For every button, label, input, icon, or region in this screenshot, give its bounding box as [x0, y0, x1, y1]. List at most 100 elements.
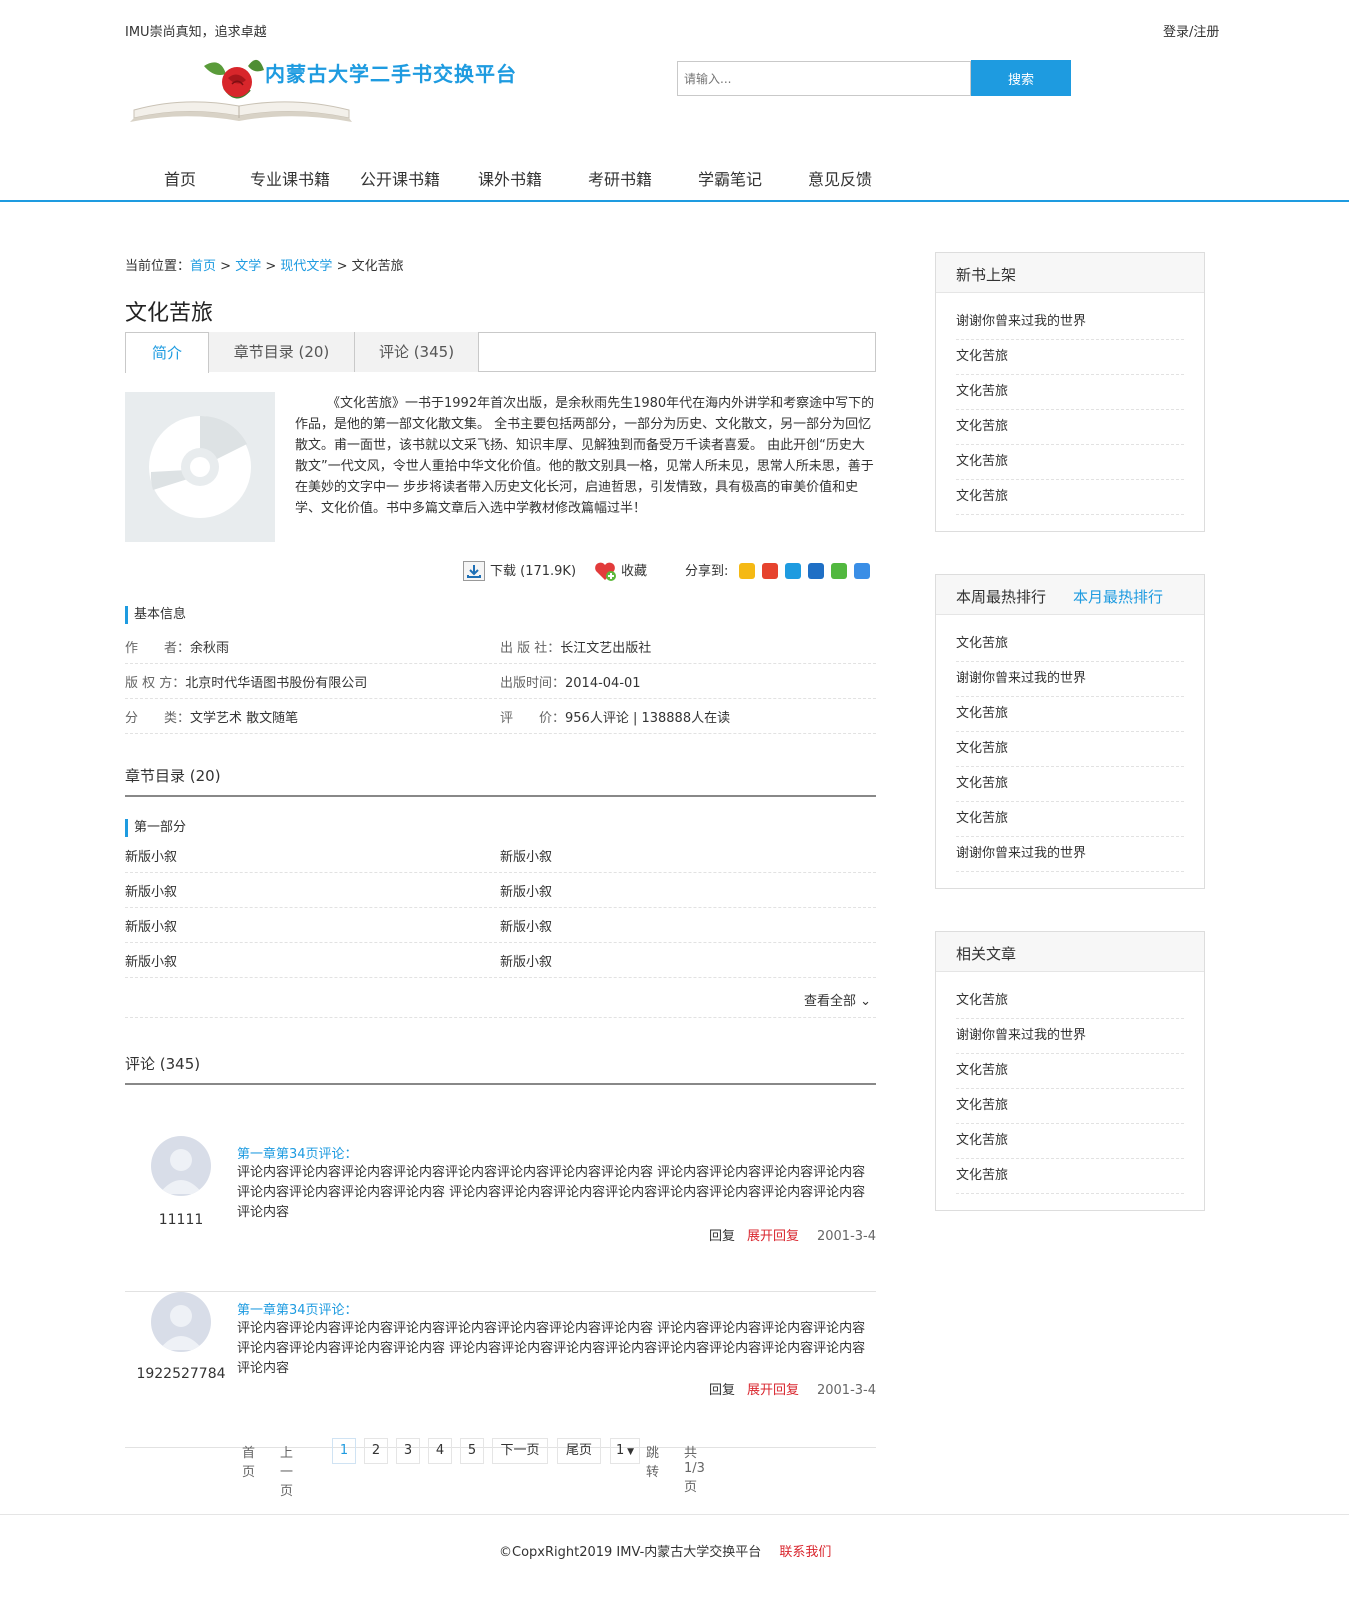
avatar[interactable]	[151, 1136, 211, 1196]
related-articles-panel: 相关文章 文化苦旅 谢谢你曾来过我的世界 文化苦旅 文化苦旅 文化苦旅 文化苦旅	[935, 931, 1205, 1211]
chapter-link[interactable]: 新版小叙	[125, 846, 177, 865]
related-article-item[interactable]: 文化苦旅	[956, 1054, 1184, 1089]
pager-page-5[interactable]: 5	[460, 1438, 484, 1464]
pager-page-2[interactable]: 2	[364, 1438, 388, 1464]
new-book-item[interactable]: 文化苦旅	[956, 445, 1184, 480]
related-article-item[interactable]: 文化苦旅	[956, 1089, 1184, 1124]
new-book-item[interactable]: 谢谢你曾来过我的世界	[956, 305, 1184, 340]
renren-icon[interactable]	[808, 563, 824, 579]
nav-major-books[interactable]: 专业课书籍	[240, 166, 340, 190]
ranking-item[interactable]: 文化苦旅	[956, 802, 1184, 837]
chapters-title: 章节目录 (20)	[125, 765, 876, 797]
avatar[interactable]	[151, 1292, 211, 1352]
user-avatar-icon	[159, 1149, 203, 1194]
comment-username[interactable]: 11111	[125, 1212, 237, 1228]
comment-title[interactable]: 第一章第34页评论：	[237, 1143, 358, 1162]
main-nav: 首页 专业课书籍 公开课书籍 课外书籍 考研书籍 学霸笔记 意见反馈	[0, 160, 1349, 202]
chapter-row: 新版小叙 新版小叙	[125, 838, 876, 873]
expand-replies-link[interactable]: 展开回复	[747, 1383, 799, 1398]
new-book-item[interactable]: 文化苦旅	[956, 375, 1184, 410]
page-select[interactable]: 1 ▼	[610, 1438, 640, 1464]
info-value-author: 余秋雨	[190, 641, 230, 656]
download-link[interactable]: 下载 (171.9K)	[490, 560, 576, 579]
tab-weekly-ranking[interactable]: 本周最热排行	[956, 586, 1046, 607]
tab-intro[interactable]: 简介	[125, 332, 209, 373]
share-label: 分享到:	[685, 564, 729, 579]
breadcrumb-home[interactable]: 首页	[190, 259, 216, 274]
comment-username[interactable]: 1922527784	[125, 1366, 237, 1382]
ranking-item[interactable]: 文化苦旅	[956, 732, 1184, 767]
pager-last[interactable]: 尾页	[557, 1438, 601, 1464]
related-article-item[interactable]: 文化苦旅	[956, 984, 1184, 1019]
related-article-item[interactable]: 文化苦旅	[956, 1124, 1184, 1159]
pager-page-1[interactable]: 1	[332, 1438, 356, 1464]
pager-prev[interactable]: 上一页	[280, 1442, 293, 1499]
login-register-link[interactable]: 登录/注册	[1163, 21, 1219, 40]
breadcrumb-sep: >	[220, 259, 232, 274]
search-input[interactable]	[677, 61, 971, 96]
pager-page-3[interactable]: 3	[396, 1438, 420, 1464]
heart-icon[interactable]	[593, 559, 617, 583]
breadcrumb-sep: >	[265, 259, 277, 274]
reply-link[interactable]: 回复	[709, 1383, 735, 1398]
related-article-item[interactable]: 文化苦旅	[956, 1159, 1184, 1194]
contact-us-link[interactable]: 联系我们	[779, 1545, 831, 1560]
weibo-icon[interactable]	[762, 563, 778, 579]
comment-date: 2001-3-4	[816, 1383, 876, 1398]
chapter-row: 新版小叙 新版小叙	[125, 873, 876, 908]
nav-exam-books[interactable]: 考研书籍	[570, 166, 670, 190]
info-label: 评 价：	[500, 711, 566, 726]
footer-copyright: ©CopxRight2019 IMV-内蒙古大学交换平台	[499, 1545, 762, 1560]
ranking-item[interactable]: 文化苦旅	[956, 627, 1184, 662]
breadcrumb-current: 文化苦旅	[351, 259, 404, 274]
comment-title[interactable]: 第一章第34页评论：	[237, 1299, 358, 1318]
tab-chapters[interactable]: 章节目录 (20)	[209, 332, 355, 372]
pager-next[interactable]: 下一页	[492, 1438, 548, 1464]
related-article-item[interactable]: 谢谢你曾来过我的世界	[956, 1019, 1184, 1054]
info-value-rating: 956人评论 | 138888人在读	[565, 711, 731, 726]
chapter-link[interactable]: 新版小叙	[125, 916, 177, 935]
book-tabs: 简介 章节目录 (20) 评论 (345)	[125, 332, 876, 373]
pager-total: 共 1/3 页	[684, 1446, 705, 1495]
chapter-link[interactable]: 新版小叙	[125, 951, 177, 970]
ranking-item[interactable]: 谢谢你曾来过我的世界	[956, 837, 1184, 872]
wechat-icon[interactable]	[831, 563, 847, 579]
info-value-copyright: 北京时代华语图书股份有限公司	[185, 676, 368, 691]
ranking-item[interactable]: 文化苦旅	[956, 697, 1184, 732]
nav-study-notes[interactable]: 学霸笔记	[680, 166, 780, 190]
more-icon[interactable]	[854, 563, 870, 579]
tencent-icon[interactable]	[785, 563, 801, 579]
view-all-chapters-link[interactable]: 查看全部 ⌄	[804, 990, 871, 1009]
chapter-link[interactable]: 新版小叙	[125, 881, 177, 900]
comment-item: 11111 第一章第34页评论： 评论内容评论内容评论内容评论内容评论内容评论内…	[125, 1136, 876, 1292]
chapter-link[interactable]: 新版小叙	[500, 846, 552, 865]
new-book-item[interactable]: 文化苦旅	[956, 340, 1184, 375]
chapter-link[interactable]: 新版小叙	[500, 951, 552, 970]
info-label: 分 类：	[125, 711, 191, 726]
nav-extracurricular-books[interactable]: 课外书籍	[460, 166, 560, 190]
expand-replies-link[interactable]: 展开回复	[747, 1229, 799, 1244]
reply-link[interactable]: 回复	[709, 1229, 735, 1244]
nav-public-course-books[interactable]: 公开课书籍	[350, 166, 450, 190]
pager-jump[interactable]: 跳转	[646, 1442, 659, 1480]
tab-comments[interactable]: 评论 (345)	[355, 332, 479, 372]
chapter-link[interactable]: 新版小叙	[500, 881, 552, 900]
tab-monthly-ranking[interactable]: 本月最热排行	[1073, 586, 1163, 607]
ranking-item[interactable]: 文化苦旅	[956, 767, 1184, 802]
info-value-publisher: 长江文艺出版社	[560, 641, 652, 656]
nav-feedback[interactable]: 意见反馈	[790, 166, 890, 190]
new-book-item[interactable]: 文化苦旅	[956, 480, 1184, 515]
breadcrumb-modern-literature[interactable]: 现代文学	[280, 259, 332, 274]
ranking-item[interactable]: 谢谢你曾来过我的世界	[956, 662, 1184, 697]
favorite-link[interactable]: 收藏	[621, 560, 647, 579]
download-icon[interactable]	[463, 561, 485, 581]
breadcrumb-literature[interactable]: 文学	[235, 259, 261, 274]
search-button[interactable]: 搜索	[971, 60, 1071, 96]
new-book-item[interactable]: 文化苦旅	[956, 410, 1184, 445]
pager-first[interactable]: 首页	[242, 1442, 255, 1480]
pager-page-4[interactable]: 4	[428, 1438, 452, 1464]
chapter-link[interactable]: 新版小叙	[500, 916, 552, 935]
qzone-icon[interactable]	[739, 563, 755, 579]
footer-divider	[0, 1514, 1349, 1515]
nav-home[interactable]: 首页	[130, 166, 230, 190]
